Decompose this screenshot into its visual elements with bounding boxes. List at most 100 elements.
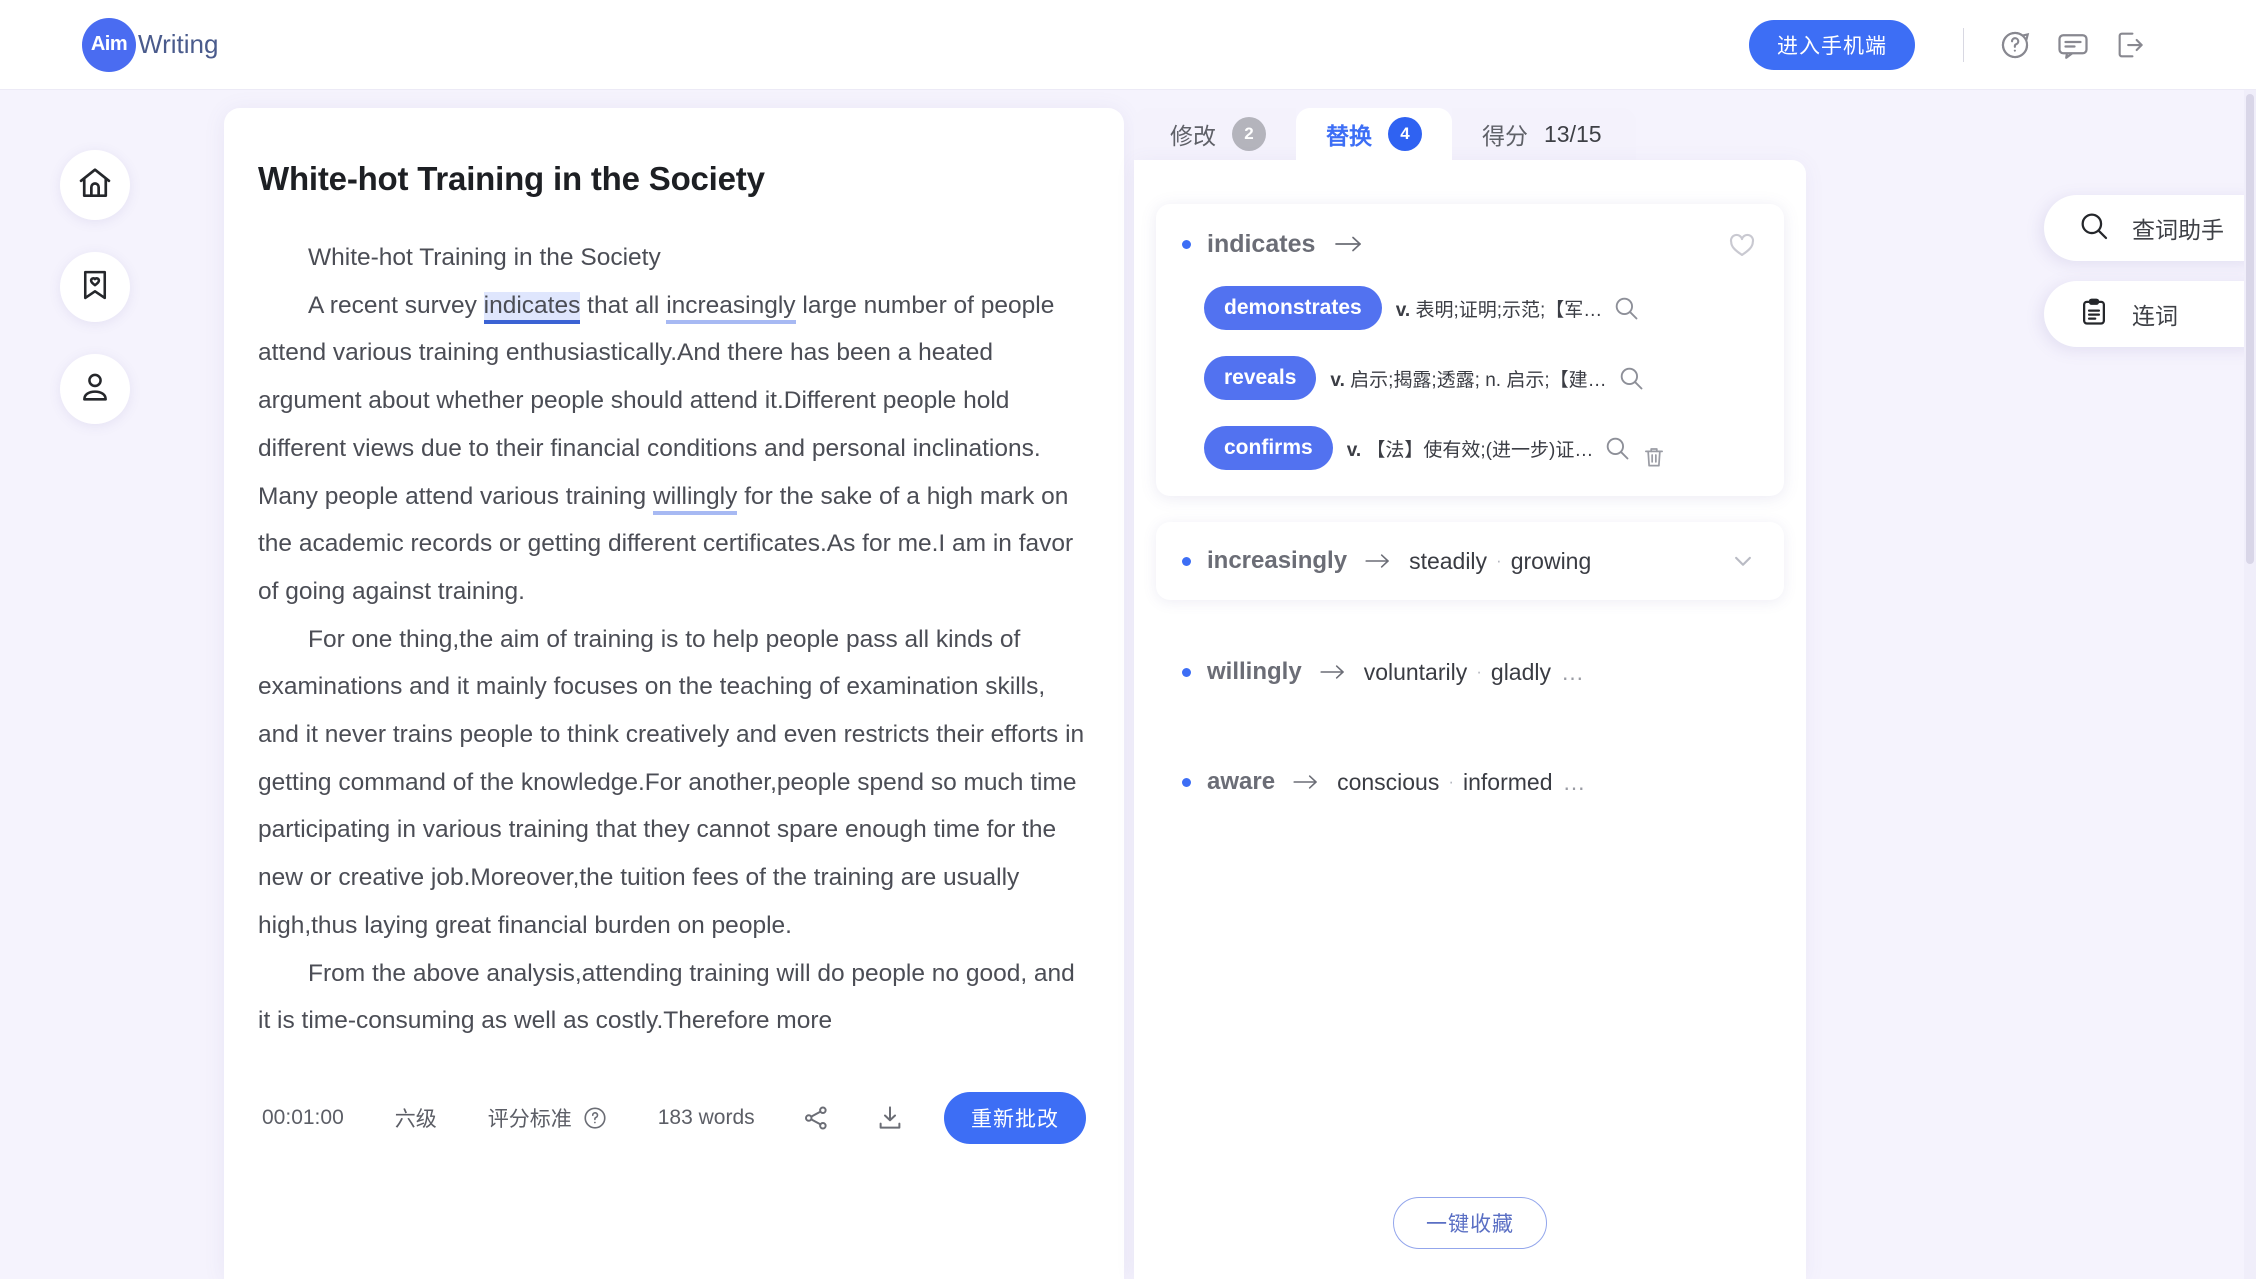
arrow-right-icon bbox=[1333, 233, 1365, 255]
synonym-row: demonstrates v. 表明;证明;示范;【军… bbox=[1182, 286, 1758, 330]
highlight-willingly[interactable]: willingly bbox=[652, 482, 738, 515]
separator-dot: · bbox=[1448, 772, 1455, 791]
tab-label: 替换 bbox=[1326, 123, 1372, 149]
conjunction-button[interactable]: 连词 bbox=[2044, 281, 2256, 347]
logout-icon[interactable] bbox=[2102, 16, 2160, 74]
synonym-definition: v. 启示;揭露;透露; n. 启示;【建… bbox=[1330, 365, 1606, 392]
sidebar-item-profile[interactable] bbox=[60, 354, 130, 424]
separator-dot: · bbox=[1476, 662, 1482, 681]
essay-paragraph: A recent survey indicates that all incre… bbox=[258, 282, 1090, 616]
header-actions: 进入手机端 bbox=[1749, 16, 2160, 74]
sidebar-item-home[interactable] bbox=[60, 150, 130, 220]
page-scrollbar-thumb[interactable] bbox=[2246, 94, 2254, 564]
synonym-preview[interactable]: growing bbox=[1511, 548, 1592, 575]
tab-badge: 2 bbox=[1232, 117, 1266, 151]
logo-text: Writing bbox=[138, 29, 219, 59]
synonym-preview[interactable]: gladly bbox=[1491, 659, 1551, 686]
tab-score-value: 13/15 bbox=[1544, 120, 1602, 147]
recheck-button[interactable]: 重新批改 bbox=[944, 1092, 1086, 1144]
enter-mobile-button[interactable]: 进入手机端 bbox=[1749, 19, 1915, 70]
pos-label: v. bbox=[1395, 299, 1411, 321]
tab-badge: 4 bbox=[1388, 117, 1422, 151]
synonym-preview[interactable]: informed bbox=[1463, 769, 1552, 796]
synonym-definition: v. 【法】使有效;(进一步)证… bbox=[1347, 435, 1594, 462]
search-icon[interactable] bbox=[1612, 294, 1640, 322]
suggestion-card-collapsed[interactable]: aware conscious · informed … bbox=[1156, 744, 1784, 820]
help-circle-icon[interactable] bbox=[1986, 16, 2044, 74]
tab-revisions[interactable]: 修改 2 bbox=[1134, 108, 1296, 160]
suggestion-card-expanded: indicates demonstrates v. 表明;证明;示范;【军… r… bbox=[1156, 204, 1784, 496]
tab-replacements[interactable]: 替换 4 bbox=[1296, 108, 1452, 160]
arrow-right-icon bbox=[1363, 551, 1393, 571]
synonym-preview[interactable]: voluntarily bbox=[1364, 659, 1468, 686]
suggestion-source-word: indicates bbox=[1207, 229, 1316, 258]
home-icon bbox=[76, 164, 114, 207]
arrow-right-icon bbox=[1291, 772, 1321, 792]
bullet-dot-icon bbox=[1182, 239, 1191, 249]
tab-score[interactable]: 得分 13/15 bbox=[1452, 108, 1636, 160]
header-divider bbox=[1963, 27, 1964, 62]
app-logo[interactable]: Aim Writing bbox=[82, 17, 219, 72]
synonym-preview[interactable]: steadily bbox=[1409, 548, 1487, 575]
panel-content: indicates demonstrates v. 表明;证明;示范;【军… r… bbox=[1134, 160, 1806, 1279]
essay-text: that all bbox=[580, 291, 667, 319]
definition-text: 表明;证明;示范;【军… bbox=[1415, 299, 1603, 321]
conjunction-label: 连词 bbox=[2132, 303, 2178, 329]
search-icon[interactable] bbox=[1617, 364, 1645, 392]
tab-label: 得分 bbox=[1482, 123, 1528, 149]
essay-scroll-area[interactable]: White-hot Training in the Society White-… bbox=[224, 108, 1124, 1150]
essay-paragraph: White-hot Training in the Society bbox=[258, 234, 1090, 282]
panel-tabs: 修改 2 替换 4 得分 13/15 bbox=[1134, 108, 1806, 160]
synonym-pill[interactable]: demonstrates bbox=[1204, 286, 1382, 330]
criteria-label[interactable]: 评分标准 bbox=[488, 1103, 572, 1133]
essay-paragraph: For one thing,the aim of training is to … bbox=[258, 625, 1085, 939]
help-circle-icon[interactable] bbox=[582, 1105, 608, 1131]
timer-label: 00:01:00 bbox=[262, 1106, 344, 1129]
more-ellipsis[interactable]: … bbox=[1563, 769, 1586, 796]
synonym-row: confirms v. 【法】使有效;(进一步)证… bbox=[1182, 426, 1758, 470]
search-icon[interactable] bbox=[1603, 434, 1631, 462]
separator-dot: · bbox=[1496, 551, 1502, 570]
share-icon[interactable] bbox=[801, 1103, 831, 1133]
chevron-down-icon[interactable] bbox=[1728, 546, 1758, 576]
essay-toolbar: 00:01:00 六级 评分标准 183 words 重新批改 bbox=[224, 1070, 1124, 1166]
synonym-pill[interactable]: confirms bbox=[1204, 426, 1333, 470]
highlight-indicates[interactable]: indicates bbox=[483, 291, 581, 324]
suggestion-source-word: increasingly bbox=[1207, 547, 1348, 574]
dictionary-assistant-label: 查词助手 bbox=[2132, 217, 2224, 243]
essay-text: A recent survey bbox=[308, 291, 484, 319]
search-icon bbox=[2078, 210, 2110, 247]
synonym-preview[interactable]: conscious bbox=[1337, 769, 1439, 796]
app-header: Aim Writing 进入手机端 bbox=[0, 0, 2256, 90]
suggestion-card-collapsed[interactable]: increasingly steadily · growing bbox=[1156, 522, 1784, 600]
definition-text: 【法】使有效;(进一步)证… bbox=[1366, 439, 1594, 461]
download-icon[interactable] bbox=[875, 1103, 905, 1133]
bookmark-heart-icon bbox=[77, 267, 113, 308]
page-scrollbar[interactable] bbox=[2244, 90, 2256, 1279]
pos-label: v. bbox=[1330, 369, 1345, 391]
favorite-all-button[interactable]: 一键收藏 bbox=[1393, 1197, 1547, 1249]
pos-label: v. bbox=[1346, 439, 1362, 461]
dictionary-assistant-button[interactable]: 查词助手 bbox=[2044, 195, 2256, 261]
left-sidebar bbox=[60, 150, 130, 424]
more-ellipsis[interactable]: … bbox=[1561, 659, 1584, 686]
suggestion-header: indicates bbox=[1182, 228, 1758, 260]
essay-line-title: White-hot Training in the Society bbox=[308, 244, 661, 271]
suggestions-panel: 修改 2 替换 4 得分 13/15 indicates demonstrate… bbox=[1134, 108, 1806, 1279]
arrow-right-icon bbox=[1318, 662, 1348, 682]
trash-icon[interactable] bbox=[1641, 444, 1667, 470]
heart-outline-icon[interactable] bbox=[1726, 228, 1758, 260]
message-icon[interactable] bbox=[2044, 16, 2102, 74]
page-title: White-hot Training in the Society bbox=[258, 160, 765, 197]
definition-text: 启示;揭露;透露; n. 启示;【建… bbox=[1350, 369, 1607, 391]
suggestion-source-word: aware bbox=[1207, 768, 1276, 795]
sidebar-item-favorites[interactable] bbox=[60, 252, 130, 322]
bullet-dot-icon bbox=[1182, 777, 1191, 787]
synonym-pill[interactable]: reveals bbox=[1204, 356, 1317, 400]
synonym-definition: v. 表明;证明;示范;【军… bbox=[1396, 295, 1603, 322]
suggestion-card-collapsed[interactable]: willingly voluntarily · gladly … bbox=[1156, 634, 1784, 710]
logo-badge: Aim bbox=[82, 17, 136, 72]
suggestion-source-word: willingly bbox=[1207, 658, 1302, 685]
floating-tools: 查词助手 连词 bbox=[2044, 195, 2256, 347]
highlight-increasingly[interactable]: increasingly bbox=[666, 291, 796, 324]
